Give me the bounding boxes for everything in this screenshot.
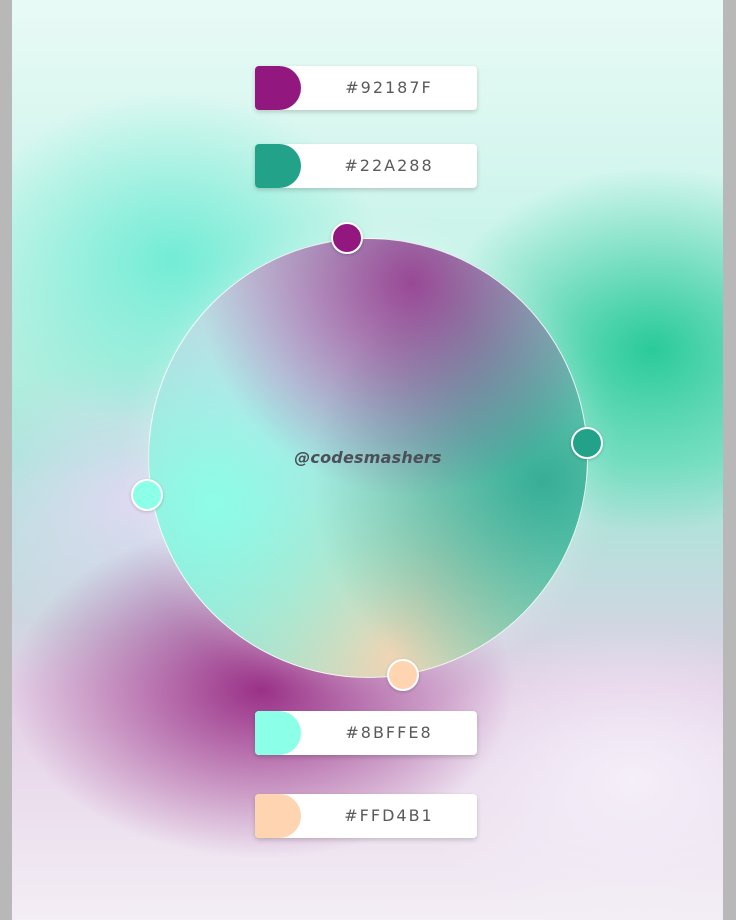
- color-chip-green[interactable]: #22A288: [255, 144, 477, 188]
- hex-label-peach: #FFD4B1: [344, 806, 434, 825]
- color-chip-mint[interactable]: #8BFFE8: [255, 711, 477, 755]
- handle-peach[interactable]: [387, 659, 419, 691]
- color-chip-peach[interactable]: #FFD4B1: [255, 794, 477, 838]
- swatch-purple: [255, 66, 301, 110]
- swatch-green: [255, 144, 301, 188]
- handle-purple[interactable]: [331, 222, 363, 254]
- handle-green[interactable]: [571, 427, 603, 459]
- color-chip-purple[interactable]: #92187F: [255, 66, 477, 110]
- hex-label-green: #22A288: [344, 156, 434, 175]
- hex-label-purple: #92187F: [345, 78, 433, 97]
- hex-label-mint: #8BFFE8: [345, 723, 433, 742]
- swatch-mint: [255, 711, 301, 755]
- gradient-canvas: #92187F #22A288 @codesmashers #8BFFE8 #F…: [12, 0, 723, 920]
- handle-mint[interactable]: [131, 479, 163, 511]
- swatch-peach: [255, 794, 301, 838]
- watermark-text: @codesmashers: [294, 448, 442, 467]
